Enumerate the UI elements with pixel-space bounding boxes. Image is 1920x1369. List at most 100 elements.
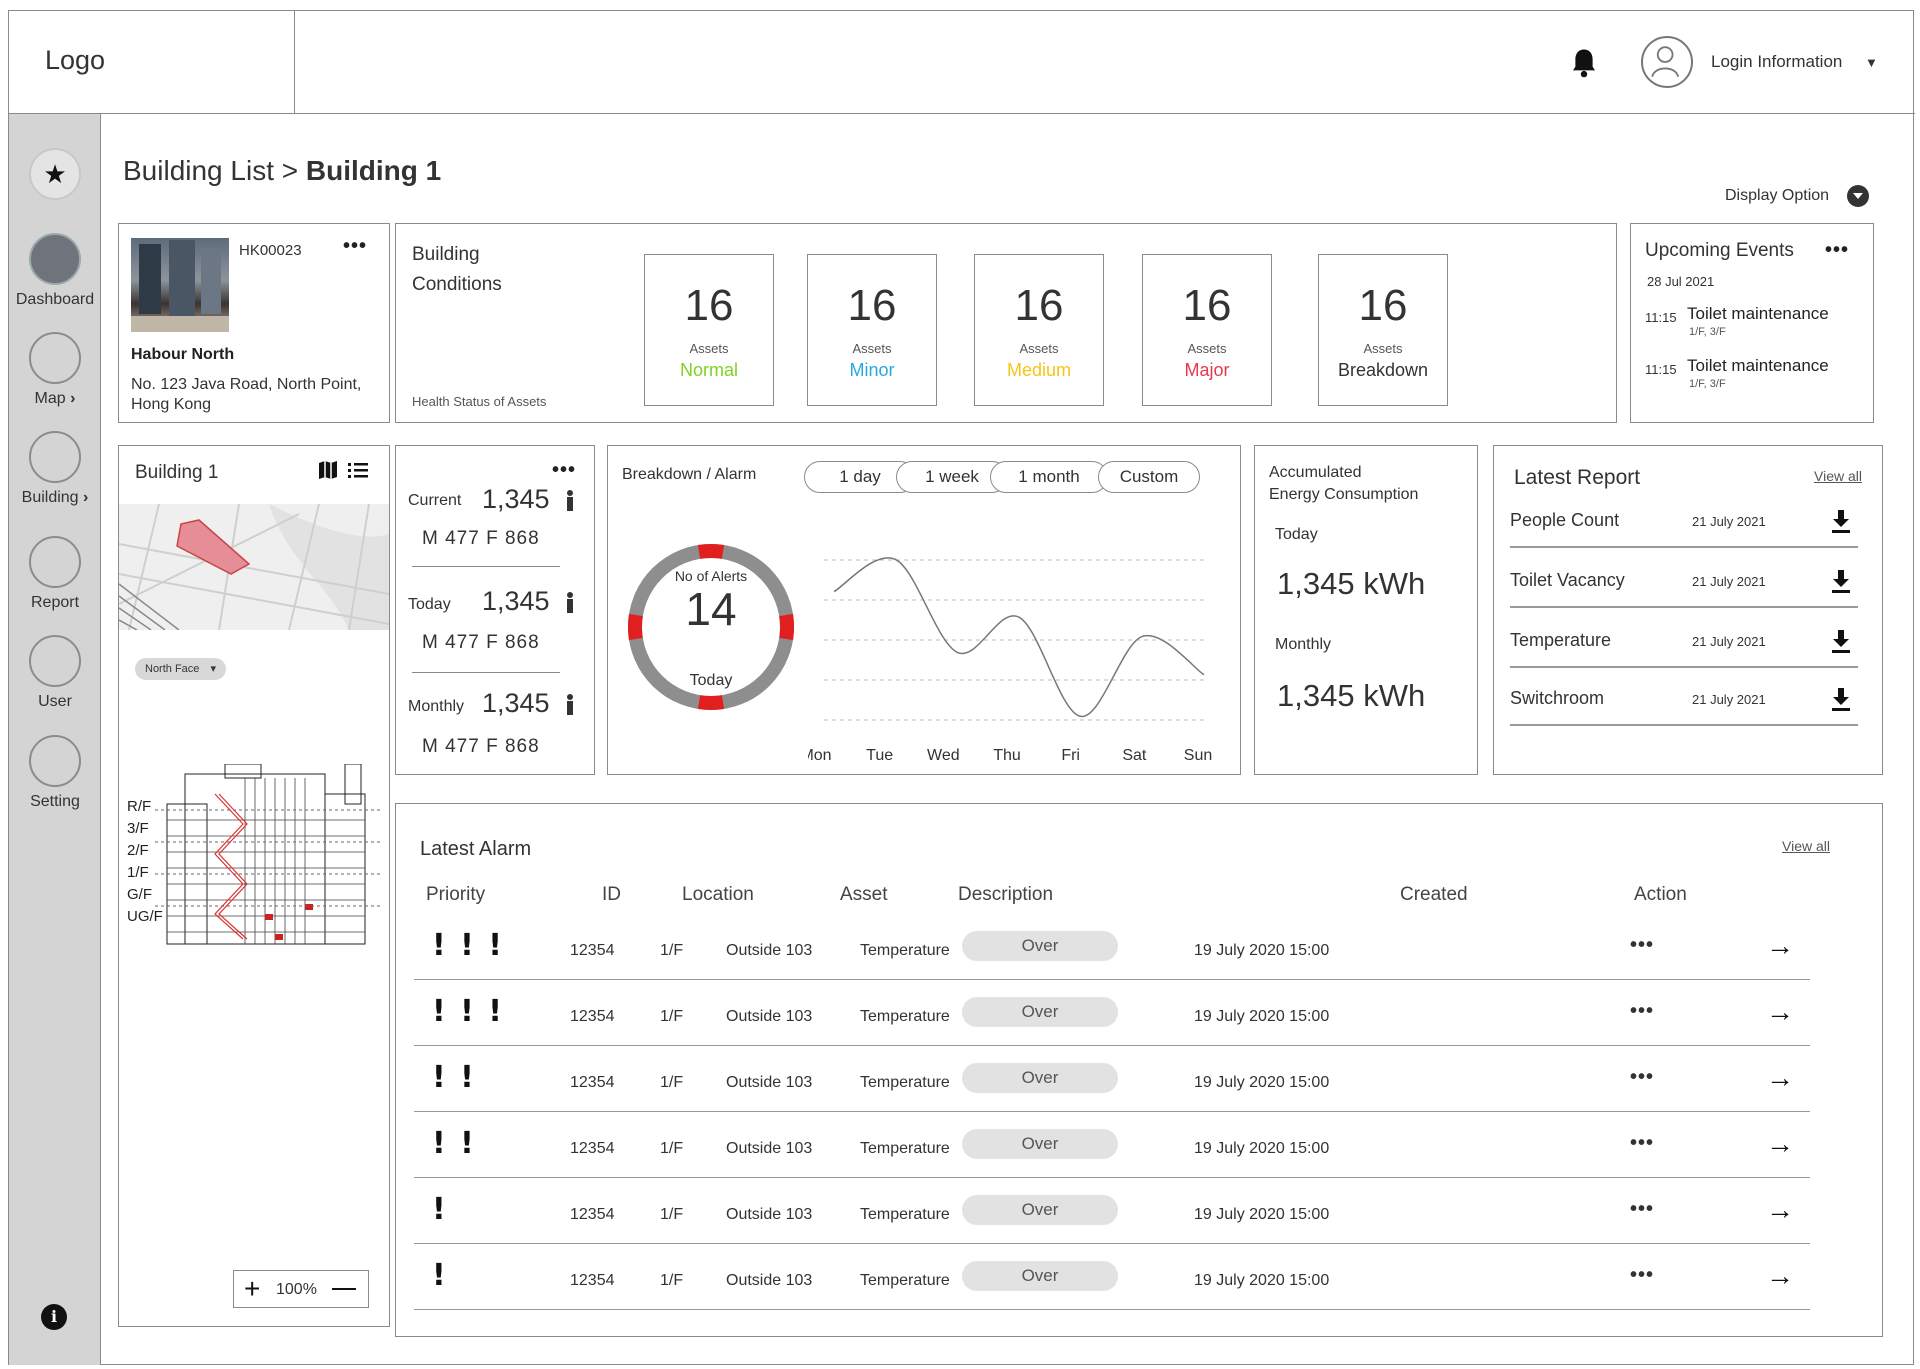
sidebar-item-map[interactable]: Map › bbox=[9, 332, 101, 408]
download-icon[interactable] bbox=[1830, 508, 1852, 534]
column-header-asset[interactable]: Asset bbox=[840, 884, 888, 906]
floor-label[interactable]: 3/F bbox=[127, 818, 163, 840]
table-row[interactable]: ! ! ! 12354 1/F Outside 103 Temperature Over 1… bbox=[414, 914, 1810, 980]
occupancy-card: ••• Current 1,345 M 477 F 868 Today 1,34… bbox=[395, 445, 595, 775]
table-row[interactable]: ! 12354 1/F Outside 103 Temperature Over 19 Ju… bbox=[414, 1244, 1810, 1310]
download-icon[interactable] bbox=[1830, 628, 1852, 654]
condition-minor[interactable]: 16 Assets Minor bbox=[807, 254, 937, 406]
more-options-icon[interactable]: ••• bbox=[343, 236, 367, 256]
alarm-view-all-link[interactable]: View all bbox=[1782, 838, 1830, 854]
report-name: Toilet Vacancy bbox=[1510, 570, 1625, 590]
more-options-icon[interactable]: ••• bbox=[1630, 1000, 1654, 1023]
condition-count: 16 bbox=[684, 281, 734, 330]
sidebar-item-building[interactable]: Building › bbox=[9, 431, 101, 507]
building-conditions-card: Building Conditions Health Status of Ass… bbox=[395, 223, 1617, 423]
download-icon[interactable] bbox=[1830, 686, 1852, 712]
more-options-icon[interactable]: ••• bbox=[552, 460, 576, 480]
condition-label: Assets bbox=[1363, 341, 1403, 356]
zoom-in-icon[interactable]: + bbox=[244, 1273, 260, 1305]
alarm-created: 19 July 2020 15:00 bbox=[1194, 1206, 1330, 1223]
zoom-control: + 100% bbox=[233, 1270, 369, 1308]
condition-medium[interactable]: 16 Assets Medium bbox=[974, 254, 1104, 406]
status-badge: Over bbox=[962, 997, 1118, 1027]
arrow-right-icon[interactable]: → bbox=[1766, 996, 1794, 1028]
more-options-icon[interactable]: ••• bbox=[1630, 1198, 1654, 1221]
more-options-icon[interactable]: ••• bbox=[1630, 1132, 1654, 1155]
sidebar-item-report[interactable]: Report bbox=[9, 536, 101, 612]
sidebar-item-user[interactable]: User bbox=[9, 635, 101, 711]
bell-icon[interactable] bbox=[1569, 47, 1599, 79]
arrow-right-icon[interactable]: → bbox=[1766, 1194, 1794, 1226]
breadcrumb-parent[interactable]: Building List > bbox=[123, 155, 306, 186]
report-view-all-link[interactable]: View all bbox=[1814, 468, 1862, 484]
chevron-down-icon[interactable] bbox=[1847, 185, 1869, 207]
building-icon bbox=[29, 431, 81, 483]
range-1-month[interactable]: 1 month bbox=[990, 461, 1108, 493]
column-header-location[interactable]: Location bbox=[682, 884, 754, 906]
alarm-description: Temperature bbox=[860, 1206, 950, 1223]
energy-title-line1: Accumulated bbox=[1269, 464, 1362, 481]
condition-major[interactable]: 16 Assets Major bbox=[1142, 254, 1272, 406]
info-icon[interactable]: i bbox=[41, 1304, 67, 1330]
alarm-id: 12354 bbox=[570, 942, 615, 959]
x-tick-label: Fri bbox=[1061, 747, 1080, 764]
condition-breakdown[interactable]: 16 Assets Breakdown bbox=[1318, 254, 1448, 406]
zoom-out-icon[interactable] bbox=[332, 1288, 356, 1290]
arrow-right-icon[interactable]: → bbox=[1766, 1128, 1794, 1160]
more-options-icon[interactable]: ••• bbox=[1630, 1264, 1654, 1287]
alarm-id: 12354 bbox=[570, 1206, 615, 1223]
arrow-right-icon[interactable]: → bbox=[1766, 1062, 1794, 1094]
arrow-right-icon[interactable]: → bbox=[1766, 1260, 1794, 1292]
floor-label[interactable]: G/F bbox=[127, 884, 163, 906]
energy-title-line2: Energy Consumption bbox=[1269, 486, 1419, 503]
floor-label[interactable]: 2/F bbox=[127, 840, 163, 862]
report-row[interactable]: Switchroom 21 July 2021 bbox=[1510, 668, 1858, 726]
report-row[interactable]: Temperature 21 July 2021 bbox=[1510, 610, 1858, 668]
range-custom[interactable]: Custom bbox=[1098, 461, 1200, 493]
column-header-id[interactable]: ID bbox=[602, 884, 621, 906]
sidebar-item-dashboard[interactable]: Dashboard bbox=[9, 233, 101, 309]
avatar[interactable] bbox=[1641, 36, 1693, 88]
column-header-priority[interactable]: Priority bbox=[426, 884, 485, 906]
download-icon[interactable] bbox=[1830, 568, 1852, 594]
table-row[interactable]: ! ! 12354 1/F Outside 103 Temperature Over 19 … bbox=[414, 1046, 1810, 1112]
more-options-icon[interactable]: ••• bbox=[1630, 934, 1654, 957]
column-header-description[interactable]: Description bbox=[958, 884, 1053, 906]
events-date: 28 Jul 2021 bbox=[1647, 274, 1715, 289]
report-date: 21 July 2021 bbox=[1692, 634, 1766, 649]
more-options-icon[interactable]: ••• bbox=[1825, 240, 1849, 260]
face-selector[interactable]: North Face ▾ bbox=[135, 658, 227, 680]
top-header: Logo Login Information ▼ bbox=[9, 11, 1915, 114]
login-caret-icon[interactable]: ▼ bbox=[1865, 55, 1878, 70]
table-row[interactable]: ! ! 12354 1/F Outside 103 Temperature Over 19 … bbox=[414, 1112, 1810, 1178]
condition-normal[interactable]: 16 Assets Normal bbox=[644, 254, 774, 406]
energy-today-value: 1,345 kWh bbox=[1277, 566, 1426, 601]
condition-status: Normal bbox=[679, 360, 738, 380]
display-option-label[interactable]: Display Option bbox=[1725, 187, 1829, 205]
arrow-right-icon[interactable]: → bbox=[1766, 930, 1794, 962]
conditions-title-line1: Building bbox=[412, 244, 480, 265]
sidebar-item-label: User bbox=[38, 693, 72, 710]
sidebar-item-favorites[interactable]: ★ bbox=[9, 148, 101, 200]
x-tick-label: Wed bbox=[927, 747, 960, 764]
floor-label[interactable]: UG/F bbox=[127, 906, 163, 928]
map-view-icon[interactable] bbox=[317, 460, 339, 480]
sidebar: ★ Dashboard Map › Building › Report User… bbox=[9, 114, 101, 1365]
column-header-action[interactable]: Action bbox=[1634, 884, 1687, 906]
alarm-location: 1/F bbox=[660, 942, 684, 959]
report-row[interactable]: Toilet Vacancy 21 July 2021 bbox=[1510, 550, 1858, 608]
alarm-created: 19 July 2020 15:00 bbox=[1194, 1140, 1330, 1157]
floor-label[interactable]: R/F bbox=[127, 796, 163, 818]
column-header-created[interactable]: Created bbox=[1400, 884, 1468, 906]
sidebar-item-setting[interactable]: Setting bbox=[9, 735, 101, 811]
street-map[interactable] bbox=[119, 504, 389, 630]
alarm-created: 19 July 2020 15:00 bbox=[1194, 942, 1330, 959]
more-options-icon[interactable]: ••• bbox=[1630, 1066, 1654, 1089]
floor-label[interactable]: 1/F bbox=[127, 862, 163, 884]
list-view-icon[interactable] bbox=[347, 460, 369, 480]
table-row[interactable]: ! ! ! 12354 1/F Outside 103 Temperature Over 1… bbox=[414, 980, 1810, 1046]
floor-labels: R/F 3/F 2/F 1/F G/F UG/F bbox=[127, 796, 163, 928]
table-row[interactable]: ! 12354 1/F Outside 103 Temperature Over 19 Ju… bbox=[414, 1178, 1810, 1244]
report-row[interactable]: People Count 21 July 2021 bbox=[1510, 490, 1858, 548]
login-information[interactable]: Login Information bbox=[1711, 52, 1842, 72]
